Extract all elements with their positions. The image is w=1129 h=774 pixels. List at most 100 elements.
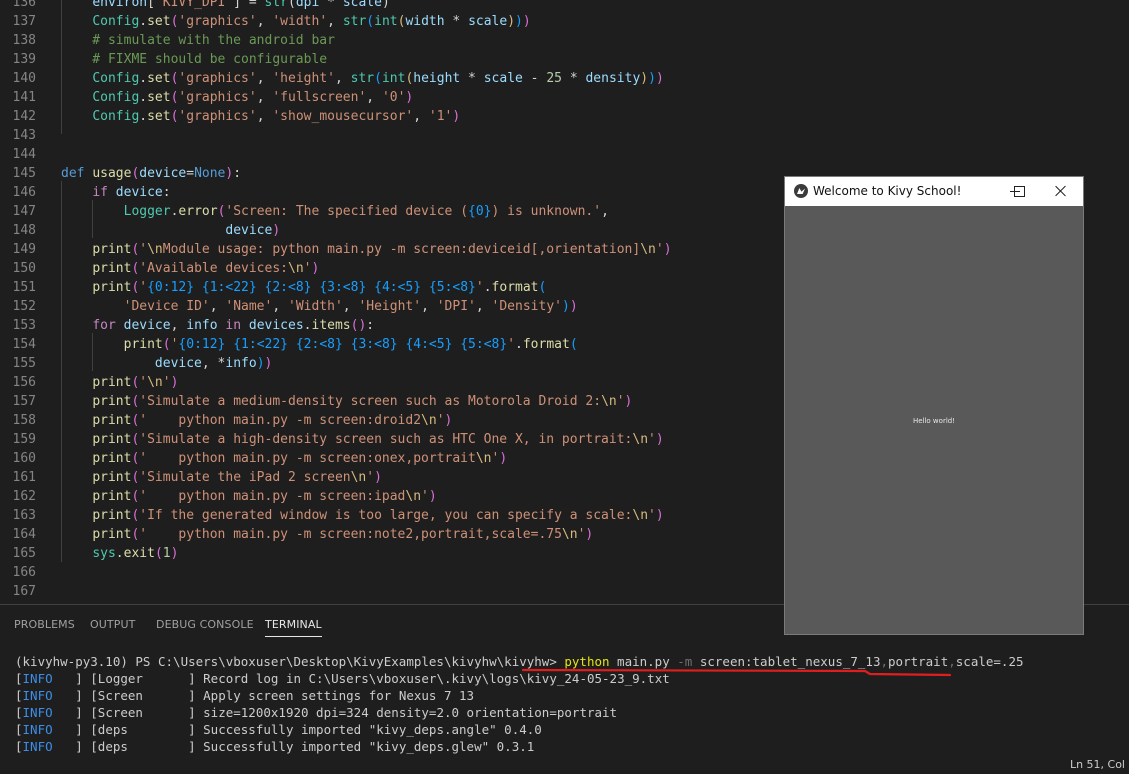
log-line: [INFO ] [deps ] Successfully imported "k… [15,739,535,754]
log-message: Successfully imported "kivy_deps.angle" … [203,722,542,737]
line-number: 152 [12,299,36,314]
tab-debug-console[interactable]: DEBUG CONSOLE [156,618,254,631]
code-text: # FIXME should be configurable [61,52,328,67]
line-number: 153 [12,318,36,333]
code-line: 139 # FIXME should be configurable [0,50,1129,69]
line-number: 158 [12,413,36,428]
tab-output[interactable]: OUTPUT [90,618,135,631]
code-text: print('{0:12} {1:<22} {2:<8} {3:<8} {4:<… [92,280,547,295]
line-number: 149 [12,242,36,257]
code-text: print(' python main.py -m screen:onex,po… [92,451,508,466]
line-number: 157 [12,394,36,409]
command-separator: , [948,654,956,669]
log-message: Successfully imported "kivy_deps.glew" 0… [203,739,535,754]
log-level: INFO [22,739,53,754]
line-number: 140 [12,71,36,86]
log-module: ] [deps ] [52,739,204,754]
line-number: 154 [12,337,36,352]
code-line: 140 Config.set('graphics', 'height', str… [0,69,1129,88]
code-line: 141 Config.set('graphics', 'fullscreen',… [0,88,1129,107]
code-line: 136 environ['KIVY_DPI'] = str(dpi * scal… [0,0,1129,12]
code-text: print('Available devices:\n') [92,261,320,276]
window-title-bar[interactable]: Welcome to Kivy School! [785,177,1083,206]
line-number: 160 [12,451,36,466]
code-text: environ['KIVY_DPI'] = str(dpi * scale) [92,0,390,10]
log-level: INFO [22,705,53,720]
command-arg: screen:tablet_nexus_7_13 [692,654,881,669]
code-text: device, *info)) [154,356,273,371]
line-number: 143 [12,128,36,143]
status-cursor-position[interactable]: Ln 51, Col [1069,756,1129,774]
code-text: for device, info in devices.items(): [92,318,375,333]
close-icon[interactable] [1051,182,1071,200]
line-number: 165 [12,546,36,561]
command-flag: -m [677,654,693,669]
log-module: ] [deps ] [52,722,204,737]
maximize-icon[interactable] [1009,182,1029,200]
code-text: Config.set('graphics', 'width', str(int(… [92,14,531,29]
line-number: 150 [12,261,36,276]
log-level: INFO [22,671,53,686]
terminal-command-line: (kivyhw-py3.10) PS C:\Users\vboxuser\Des… [15,653,1024,670]
code-text: print('{0:12} {1:<22} {2:<8} {3:<8} {4:<… [123,337,578,352]
code-text: print('\nModule usage: python main.py -m… [92,242,672,257]
log-line: [INFO ] [deps ] Successfully imported "k… [15,722,542,737]
kivy-app-window[interactable]: Welcome to Kivy School! Hello world! [784,176,1084,635]
log-message: size=1200x1920 dpi=324 density=2.0 orien… [203,705,618,720]
code-text: Config.set('graphics', 'height', str(int… [92,71,664,86]
line-number: 138 [12,33,36,48]
line-number: 164 [12,527,36,542]
terminal-output[interactable]: (kivyhw-py3.10) PS C:\Users\vboxuser\Des… [15,653,1024,755]
line-number: 144 [12,147,36,162]
log-line: [INFO ] [Logger ] Record log in C:\Users… [15,671,670,686]
line-number: 137 [12,14,36,29]
line-number: 167 [12,584,36,599]
line-number: 142 [12,109,36,124]
line-number: 162 [12,489,36,504]
command-arg: scale=.25 [955,654,1024,669]
log-message: Apply screen settings for Nexus 7 13 [203,688,475,703]
log-line: [INFO ] [Screen ] size=1200x1920 dpi=324… [15,705,618,720]
log-module: ] [Logger ] [52,671,204,686]
code-text: # simulate with the android bar [61,33,335,48]
code-text: Config.set('graphics', 'fullscreen', '0'… [92,90,414,105]
code-text: print('If the generated window is too la… [92,508,664,523]
code-text: print(' python main.py -m screen:droid2\… [92,413,453,428]
tab-problems[interactable]: PROBLEMS [14,618,75,631]
code-text: print('\n') [92,375,179,390]
command-separator: , [880,654,889,669]
window-title: Welcome to Kivy School! [813,184,962,198]
code-text: def usage(device=None): [61,166,242,181]
log-level: INFO [22,688,53,703]
kivy-logo-icon [794,184,808,198]
command-arg: portrait [888,654,949,669]
code-line: 143 [0,126,1129,145]
tab-terminal[interactable]: TERMINAL [265,618,322,637]
log-module: ] [Screen ] [52,688,204,703]
line-number: 141 [12,90,36,105]
code-line: 137 Config.set('graphics', 'width', str(… [0,12,1129,31]
code-text: print(' python main.py -m screen:ipad\n'… [92,489,437,504]
line-number: 147 [12,204,36,219]
code-text: print('Simulate the iPad 2 screen\n') [92,470,382,485]
code-text: device) [225,223,281,238]
line-number: 139 [12,52,36,67]
code-text: print('Simulate a medium-density screen … [92,394,633,409]
line-number: 148 [12,223,36,238]
log-module: ] [Screen ] [52,705,204,720]
command-name: python [564,654,610,669]
line-number: 146 [12,185,36,200]
code-text: print(' python main.py -m screen:note2,p… [92,527,594,542]
code-text: print('Simulate a high-density screen su… [92,432,664,447]
kivy-canvas[interactable]: Hello world! [785,206,1083,634]
log-level: INFO [22,722,53,737]
line-number: 163 [12,508,36,523]
line-number: 145 [12,166,36,181]
line-number: 151 [12,280,36,295]
line-number: 159 [12,432,36,447]
line-number: 161 [12,470,36,485]
line-number: 136 [12,0,36,10]
command-arg: main.py [609,654,678,669]
terminal-prompt: (kivyhw-py3.10) PS C:\Users\vboxuser\Des… [15,654,565,669]
code-text: Logger.error('Screen: The specified devi… [123,204,609,219]
